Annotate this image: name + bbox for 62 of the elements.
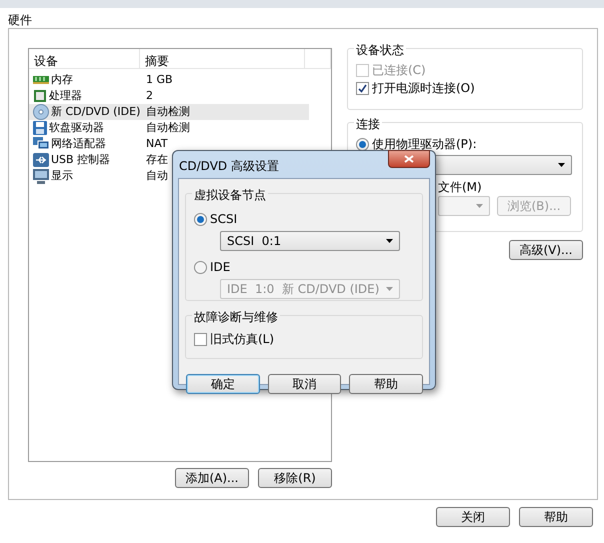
device-name: 内存 [51, 72, 73, 88]
list-button[interactable]: 添加(A)... [175, 468, 249, 488]
device-row[interactable]: 网络适配器 NAT [29, 136, 309, 152]
column-header[interactable]: 设备 [29, 49, 140, 68]
group-label: 虚拟设备节点 [192, 186, 268, 204]
device-summary: 1 GB [145, 72, 173, 88]
device-summary: 自动 [145, 168, 168, 184]
footer-button[interactable]: 关闭 [436, 507, 510, 527]
checkbox-label: 打开电源时连接(O) [372, 80, 475, 97]
caret-icon [558, 163, 565, 167]
chip-icon [33, 89, 47, 103]
device-summary: 2 [145, 88, 153, 104]
memory-module-icon [33, 75, 49, 85]
dialog-button[interactable]: 取消 [268, 374, 342, 394]
checkbox[interactable] [194, 332, 207, 346]
dialog-title: CD/DVD 高级设置 [179, 158, 280, 175]
device-name: 新 CD/DVD (IDE) [51, 104, 140, 120]
caret-icon [386, 287, 393, 291]
device-row[interactable]: 软盘驱动器 自动检测 [29, 120, 309, 136]
dialog-button[interactable]: 确定 [186, 374, 260, 394]
radio-label: IDE [210, 259, 230, 276]
advanced-button[interactable]: 高级(V)... [509, 240, 583, 260]
checkbox[interactable] [356, 82, 369, 94]
footer-button[interactable]: 帮助 [519, 507, 593, 527]
device-summary: 自动检测 [145, 120, 190, 136]
device-summary: 自动检测 [145, 104, 190, 120]
radio-button[interactable] [194, 260, 207, 274]
device-name: 显示 [51, 168, 73, 184]
radio-label: 文件(M) [438, 180, 482, 194]
radio-button[interactable] [194, 212, 207, 226]
monitor-icon [33, 168, 49, 184]
network-adapter-icon [33, 137, 49, 151]
group-label: 故障诊断与维修 [192, 308, 280, 326]
device-row[interactable]: 处理器 2 [29, 88, 309, 104]
caret-icon [476, 204, 483, 208]
device-row[interactable]: 新 CD/DVD (IDE) 自动检测 [29, 104, 309, 120]
close-icon [404, 155, 414, 163]
node-dropdown[interactable]: SCSI 0:1 [220, 231, 400, 251]
close-button[interactable] [388, 150, 430, 168]
device-name: 软盘驱动器 [49, 120, 104, 136]
column-header[interactable]: 摘要 [140, 49, 305, 68]
checkbox-label: 旧式仿真(L) [210, 331, 274, 348]
dropdown-value: SCSI 0:1 [227, 233, 282, 250]
device-row[interactable]: 内存 1 GB [29, 72, 309, 88]
dropdown-value: IDE 1:0 新 CD/DVD (IDE) [227, 281, 380, 298]
window-title: 硬件 [7, 12, 33, 28]
device-name: 网络适配器 [51, 136, 106, 152]
group-label: 连接 [354, 115, 382, 133]
usb-icon [33, 153, 49, 167]
device-summary: 存在 [145, 152, 168, 168]
caret-icon [386, 239, 393, 243]
checkbox-label: 已连接(C) [372, 62, 426, 79]
radio-button[interactable] [356, 138, 369, 150]
group-label: 设备状态 [354, 41, 406, 59]
device-summary: NAT [145, 136, 168, 152]
device-name: 处理器 [49, 88, 82, 104]
disc-icon [33, 104, 49, 120]
device-name: USB 控制器 [51, 152, 110, 168]
radio-label: SCSI [210, 211, 238, 228]
radio-label: 使用物理驱动器(P): [372, 136, 477, 153]
list-button[interactable]: 移除(R) [258, 468, 332, 488]
dialog-button[interactable]: 帮助 [349, 374, 424, 394]
